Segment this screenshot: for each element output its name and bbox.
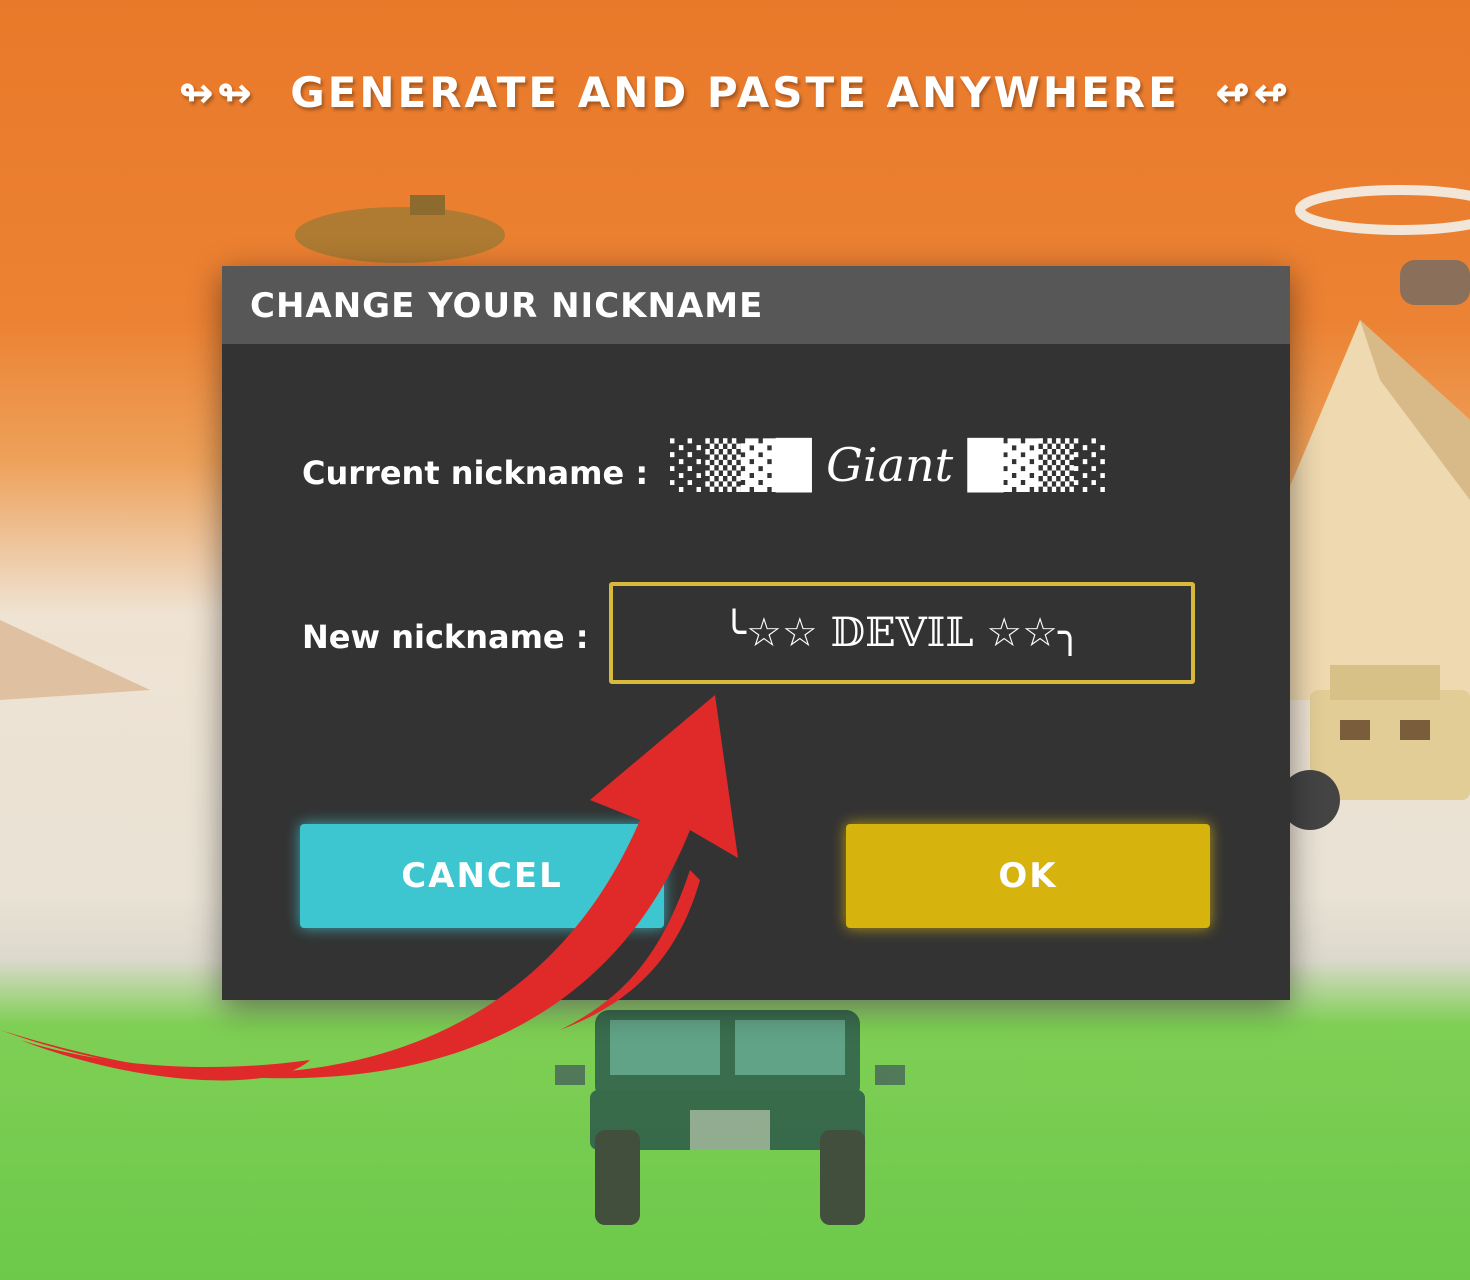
red-arrow-pointer-icon — [0, 695, 738, 1081]
